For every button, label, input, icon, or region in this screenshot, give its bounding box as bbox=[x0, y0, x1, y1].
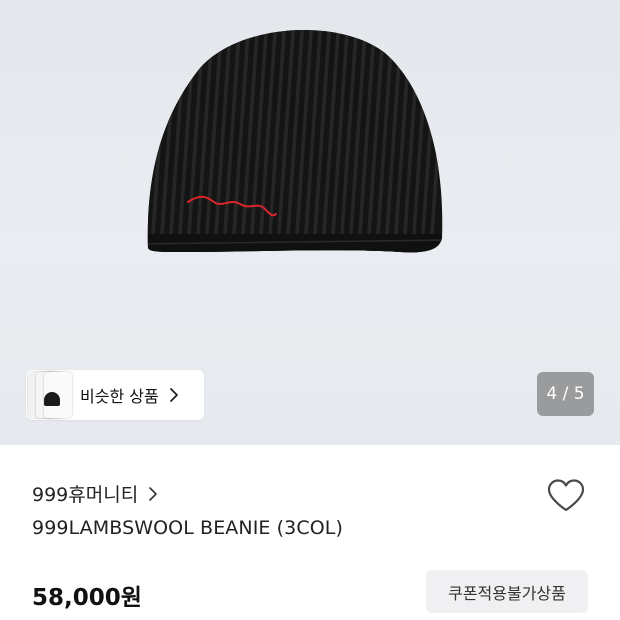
beanie-illustration bbox=[147, 30, 443, 253]
chevron-right-icon bbox=[169, 387, 179, 403]
chevron-right-icon bbox=[148, 486, 158, 502]
product-title: 999LAMBSWOOL BEANIE (3COL) bbox=[32, 517, 343, 539]
heart-outline-icon bbox=[547, 479, 585, 512]
coupon-ineligible-badge: 쿠폰적용불가상품 bbox=[426, 570, 588, 613]
brand-name: 999휴머니티 bbox=[32, 484, 139, 506]
product-price: 58,000원 bbox=[32, 585, 142, 611]
similar-products-button[interactable]: 비슷한 상품 bbox=[26, 370, 204, 420]
similar-products-label: 비슷한 상품 bbox=[80, 387, 159, 406]
product-image-gallery[interactable]: 비슷한 상품 4 / 5 bbox=[0, 0, 620, 445]
product-image bbox=[140, 8, 450, 268]
brand-link[interactable]: 999휴머니티 bbox=[32, 480, 158, 507]
gallery-page-indicator: 4 / 5 bbox=[537, 372, 594, 416]
similar-products-thumbnails bbox=[26, 370, 78, 420]
wishlist-button[interactable] bbox=[546, 478, 586, 514]
